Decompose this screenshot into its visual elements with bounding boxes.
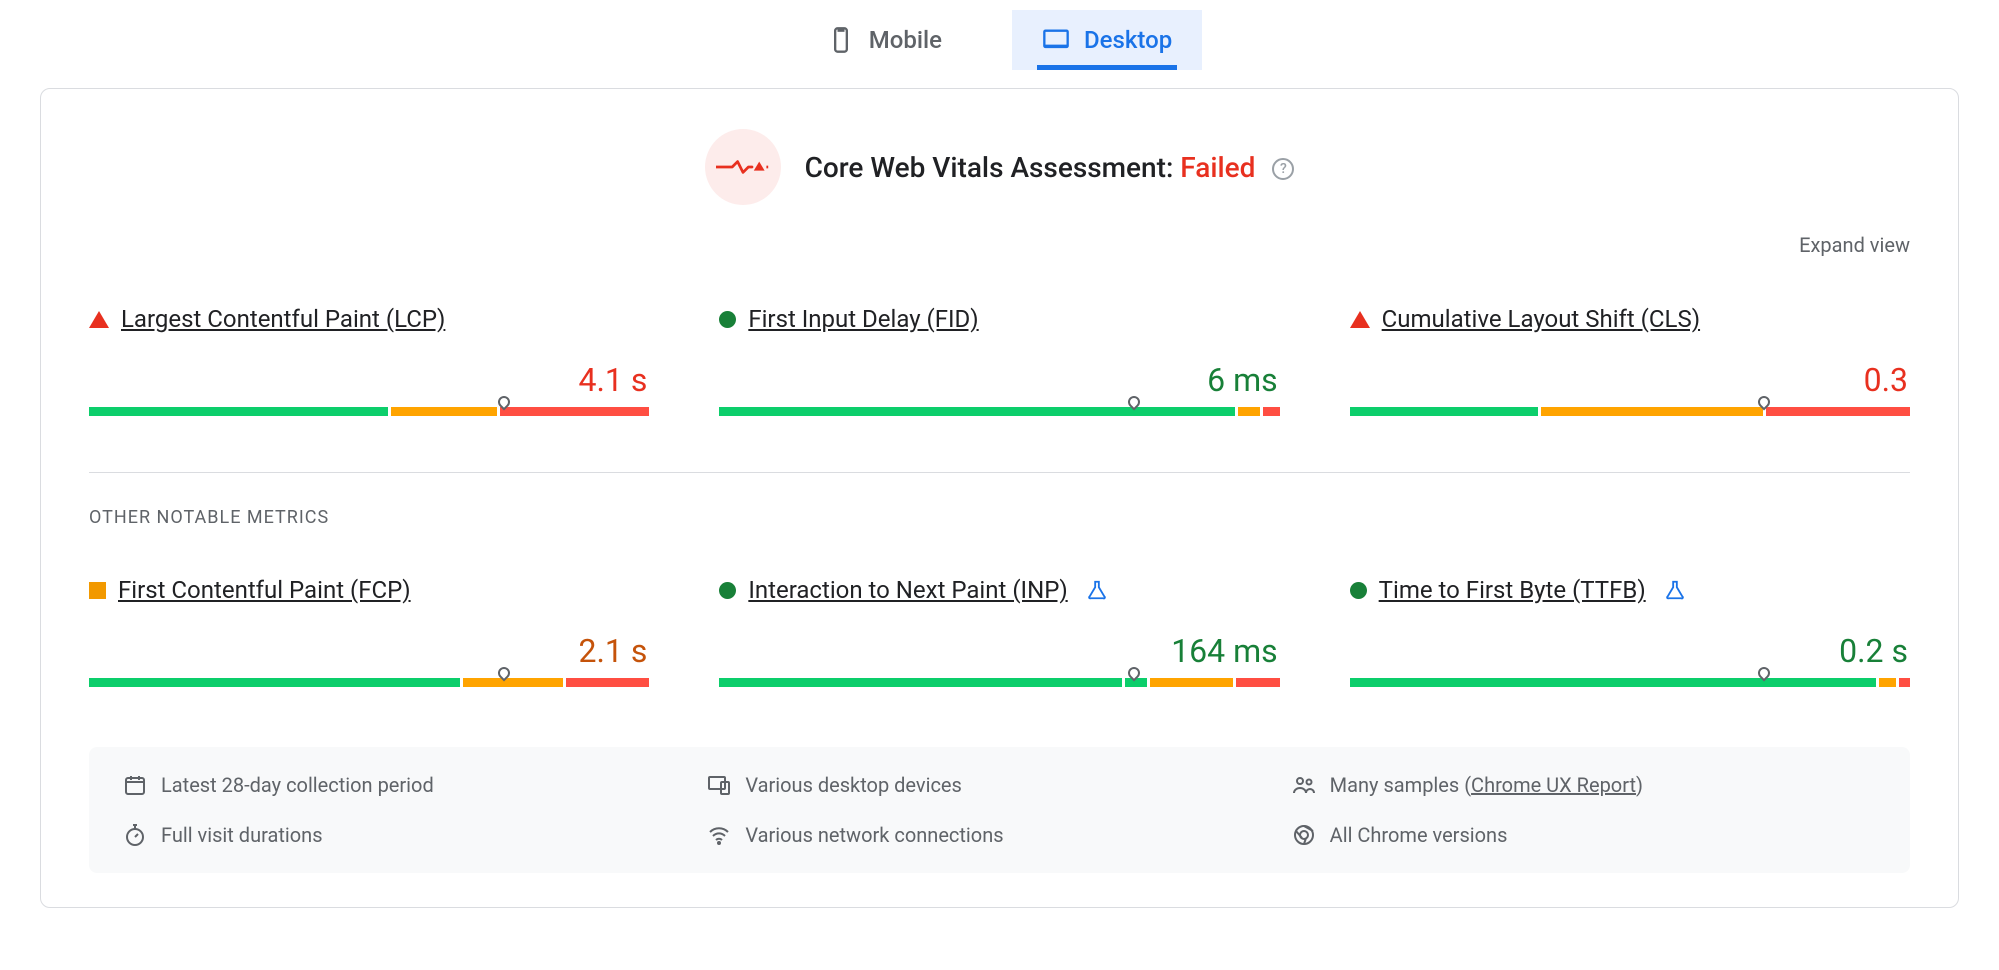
info-box: Latest 28-day collection period Various … <box>89 747 1910 873</box>
info-network: Various network connections <box>707 823 1291 847</box>
assessment-header: Core Web Vitals Assessment: Failed ? <box>89 129 1910 205</box>
other-metrics-title: OTHER NOTABLE METRICS <box>89 507 1910 528</box>
info-period-text: Latest 28-day collection period <box>161 773 434 797</box>
metric-ttfb-bar <box>1350 678 1910 687</box>
info-devices-text: Various desktop devices <box>745 773 962 797</box>
metric-cls: Cumulative Layout Shift (CLS) 0.3 <box>1350 305 1910 416</box>
metric-inp: Interaction to Next Paint (INP) 164 ms <box>719 576 1279 687</box>
metric-fid-name[interactable]: First Input Delay (FID) <box>748 305 978 333</box>
wifi-icon <box>707 823 731 847</box>
info-samples-text: Many samples (Chrome UX Report) <box>1330 773 1643 797</box>
tab-mobile-label: Mobile <box>869 26 942 54</box>
tab-desktop[interactable]: Desktop <box>1012 10 1202 70</box>
assessment-title-prefix: Core Web Vitals Assessment: <box>805 151 1181 184</box>
tab-mobile[interactable]: Mobile <box>797 10 972 70</box>
info-durations: Full visit durations <box>123 823 707 847</box>
status-poor-icon <box>89 311 109 328</box>
info-samples: Many samples (Chrome UX Report) <box>1292 773 1876 797</box>
metric-inp-bar <box>719 678 1279 687</box>
info-period: Latest 28-day collection period <box>123 773 707 797</box>
info-versions-text: All Chrome versions <box>1330 823 1508 847</box>
phone-icon <box>827 26 855 54</box>
info-durations-text: Full visit durations <box>161 823 323 847</box>
vitals-card: Core Web Vitals Assessment: Failed ? Exp… <box>40 88 1959 908</box>
other-metrics-row: First Contentful Paint (FCP) 2.1 s Inter… <box>89 576 1910 687</box>
stopwatch-icon <box>123 823 147 847</box>
metric-cls-name[interactable]: Cumulative Layout Shift (CLS) <box>1382 305 1700 333</box>
metric-fcp: First Contentful Paint (FCP) 2.1 s <box>89 576 649 687</box>
metric-fcp-name[interactable]: First Contentful Paint (FCP) <box>118 576 411 604</box>
metric-ttfb-value: 0.2 s <box>1350 632 1910 670</box>
status-good-icon <box>719 582 736 599</box>
help-icon[interactable]: ? <box>1272 158 1294 180</box>
core-metrics-row: Largest Contentful Paint (LCP) 4.1 s Fir… <box>89 305 1910 416</box>
devices-icon <box>707 773 731 797</box>
metric-fcp-value: 2.1 s <box>89 632 649 670</box>
status-poor-icon <box>1350 311 1370 328</box>
device-tabs: Mobile Desktop <box>40 0 1959 70</box>
calendar-icon <box>123 773 147 797</box>
status-average-icon <box>89 582 106 599</box>
flask-icon <box>1664 579 1686 601</box>
status-good-icon <box>1350 582 1367 599</box>
metric-cls-bar <box>1350 407 1910 416</box>
metric-ttfb-name[interactable]: Time to First Byte (TTFB) <box>1379 576 1646 604</box>
expand-view-button[interactable]: Expand view <box>89 233 1910 257</box>
flask-icon <box>1086 579 1108 601</box>
metric-lcp-value: 4.1 s <box>89 361 649 399</box>
metric-inp-name[interactable]: Interaction to Next Paint (INP) <box>748 576 1067 604</box>
metric-lcp: Largest Contentful Paint (LCP) 4.1 s <box>89 305 649 416</box>
metric-lcp-name[interactable]: Largest Contentful Paint (LCP) <box>121 305 445 333</box>
divider <box>89 472 1910 473</box>
metric-fid: First Input Delay (FID) 6 ms <box>719 305 1279 416</box>
metric-ttfb: Time to First Byte (TTFB) 0.2 s <box>1350 576 1910 687</box>
metric-fid-bar <box>719 407 1279 416</box>
metric-fid-value: 6 ms <box>719 361 1279 399</box>
pulse-icon <box>716 158 770 176</box>
people-icon <box>1292 773 1316 797</box>
info-versions: All Chrome versions <box>1292 823 1876 847</box>
pulse-badge <box>705 129 781 205</box>
chrome-icon <box>1292 823 1316 847</box>
assessment-title: Core Web Vitals Assessment: Failed ? <box>805 151 1295 184</box>
metric-inp-value: 164 ms <box>719 632 1279 670</box>
info-devices: Various desktop devices <box>707 773 1291 797</box>
desktop-icon <box>1042 26 1070 54</box>
metric-fcp-bar <box>89 678 649 687</box>
crux-link[interactable]: Chrome UX Report <box>1471 773 1636 797</box>
metric-cls-value: 0.3 <box>1350 361 1910 399</box>
info-network-text: Various network connections <box>745 823 1003 847</box>
status-good-icon <box>719 311 736 328</box>
tab-desktop-label: Desktop <box>1084 26 1172 54</box>
metric-lcp-bar <box>89 407 649 416</box>
assessment-status: Failed <box>1180 151 1255 184</box>
